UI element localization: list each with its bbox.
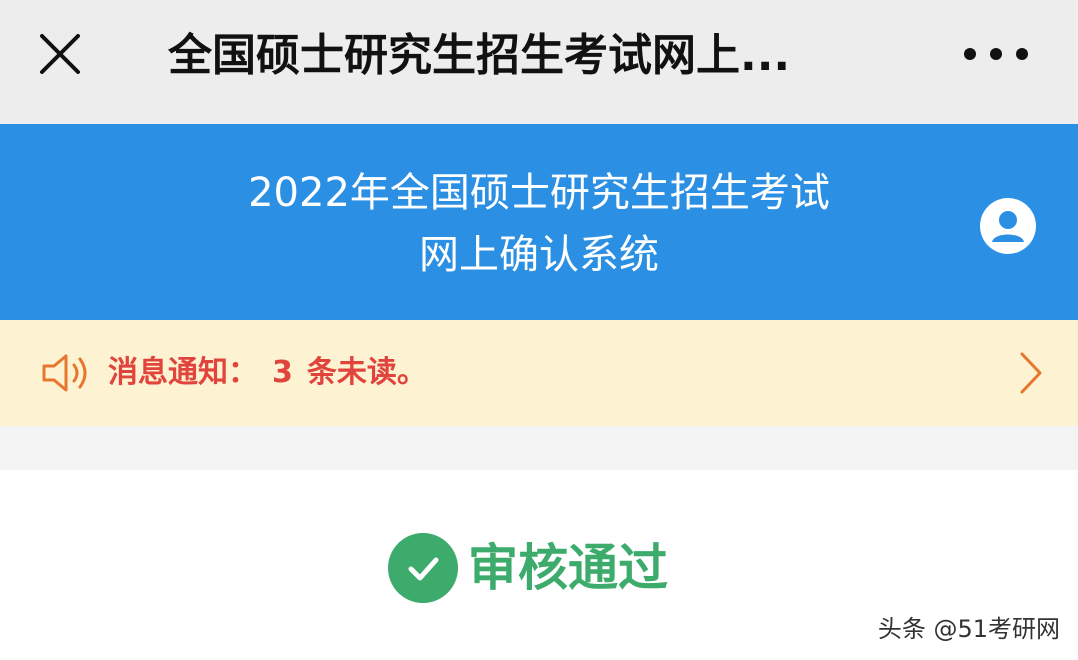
notice-text: 消息通知： 3 条未读。 [108,352,427,394]
chevron-right-icon [1020,352,1042,394]
nav-title: 全国硕士研究生招生考试网上... [168,30,791,81]
close-icon [40,34,80,74]
notice-suffix: 条未读。 [306,355,427,390]
close-button[interactable] [36,30,84,78]
more-dots-icon [990,48,1002,60]
system-title-line2: 网上确认系统 [419,232,659,278]
section-divider [0,426,1078,470]
unread-count: 3 [272,355,293,390]
system-title: 2022年全国硕士研究生招生考试 网上确认系统 [150,162,928,286]
check-circle-icon [388,533,458,603]
system-header: 2022年全国硕士研究生招生考试 网上确认系统 [0,124,1078,320]
more-dots-icon [1016,48,1028,60]
user-profile-button[interactable] [980,198,1036,254]
user-avatar-icon [982,200,1034,252]
notice-label: 消息通知： [108,355,258,390]
review-status: 审核通过 [388,532,668,604]
message-notice-bar[interactable]: 消息通知： 3 条未读。 [0,320,1078,426]
footer-credit: 头条 @51考研网 [877,615,1060,643]
speaker-icon [42,354,87,392]
more-button[interactable] [964,36,1028,72]
top-nav-bar: 全国硕士研究生招生考试网上... [0,0,1078,124]
more-dots-icon [964,48,976,60]
status-label: 审核通过 [468,539,668,597]
system-title-line1: 2022年全国硕士研究生招生考试 [248,170,830,216]
